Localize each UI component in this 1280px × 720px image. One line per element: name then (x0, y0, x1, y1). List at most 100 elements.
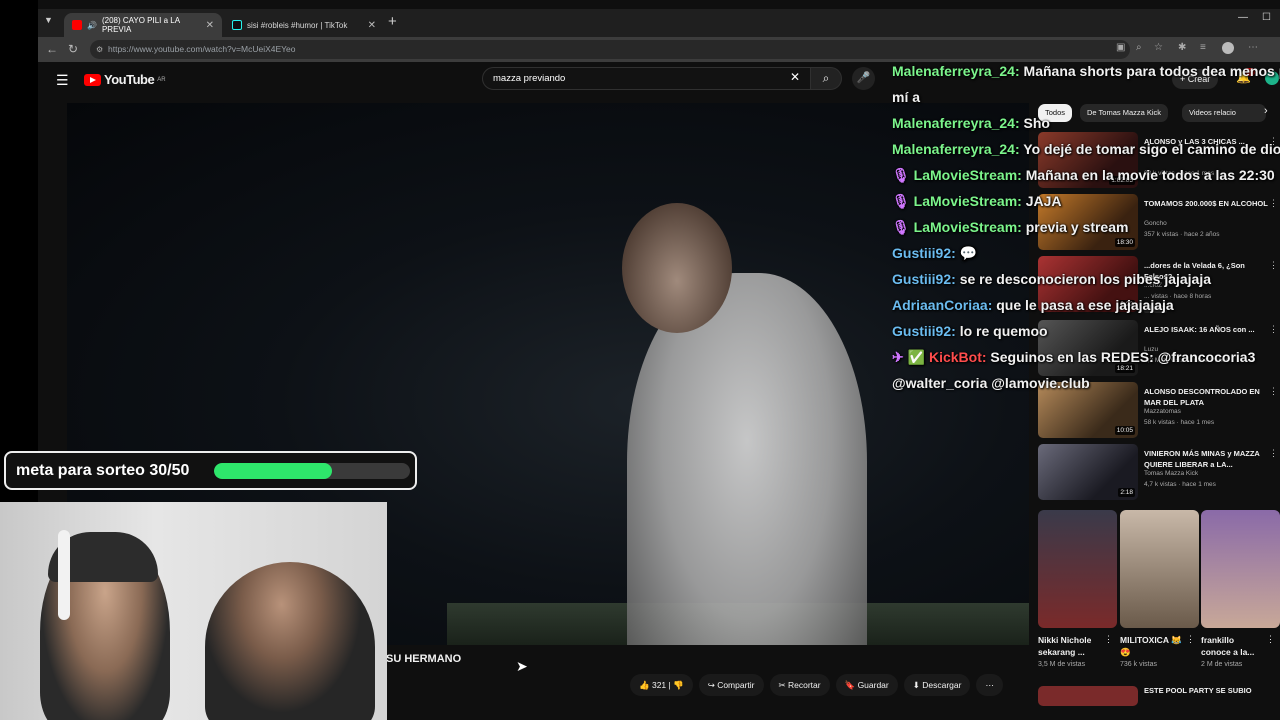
site-info-icon[interactable]: ⚙ (96, 40, 103, 59)
thumbs-up-icon: 👍 (639, 680, 650, 690)
chat-text: Seguinos en las REDES: @francocoria3 (990, 349, 1256, 365)
rec-title: VINIERON MÁS MINAS y MAZZA QUIERE LIBERA… (1144, 449, 1260, 469)
download-button[interactable]: ⬇ Descargar (903, 674, 971, 696)
short-views: 3,5 M de vistas (1038, 661, 1086, 668)
like-count: 321 (651, 680, 667, 690)
clear-search-icon[interactable]: ✕ (790, 70, 800, 84)
chat-username: AdriaanCoriaa: (892, 297, 993, 313)
video-thumbnail[interactable] (1038, 686, 1138, 706)
chat-text: 💬 (959, 245, 978, 261)
streamer-right (205, 562, 375, 720)
chat-username: Malenaferreyra_24: (892, 63, 1020, 79)
reading-list-icon[interactable]: ≡ (1200, 42, 1206, 53)
search-input[interactable]: mazza previando (482, 67, 812, 90)
tab-tiktok[interactable]: sisi #robleis #humor | TikTok ✕ (224, 13, 384, 37)
mic-icon: 🎤 (856, 72, 871, 84)
duration-badge: 10:05 (1114, 426, 1135, 435)
hamburger-menu-icon[interactable]: ☰ (56, 72, 69, 89)
chat-username: KickBot: (928, 349, 987, 365)
install-icon[interactable]: ▣ (1116, 42, 1125, 53)
logo-text: YouTube (104, 72, 155, 87)
chat-text: se re desconocieron los pibes jajajaja (959, 271, 1212, 287)
short-views: 2 M de vistas (1201, 661, 1243, 668)
goal-label: meta para sorteo 30/50 (16, 462, 190, 479)
search-icon: ⌕ (822, 71, 830, 85)
video-thumbnail: 2:18 (1038, 444, 1138, 500)
zoom-icon[interactable]: ⌕ (1136, 42, 1142, 53)
short-title: frankillo conoce a la... (1201, 635, 1255, 657)
tab-search-icon[interactable]: ▼ (44, 15, 53, 25)
giveaway-goal-widget: meta para sorteo 30/50 (4, 451, 417, 490)
tab-label: sisi #robleis #humor | TikTok (247, 20, 348, 30)
chat-message: AdriaanCoriaa: que le pasa a ese jajajaj… (892, 292, 1280, 318)
more-actions-button[interactable]: ⋯ (976, 674, 1003, 696)
chat-message: 🎙 LaMovieStream: previa y stream (892, 214, 1280, 240)
more-options-icon[interactable]: ⋮ (1266, 634, 1275, 645)
chat-username: Gustiii92: (892, 271, 956, 287)
chat-message: 🎙 LaMovieStream: Mañana en la movie todo… (892, 162, 1280, 188)
close-tab-icon[interactable]: ✕ (368, 20, 376, 31)
chat-username: Malenaferreyra_24: (892, 115, 1020, 131)
chat-text: Mañana en la movie todos a las 22:30 (1025, 167, 1275, 183)
chat-text: @walter_coria @lamovie.club (892, 375, 1090, 391)
save-label: Guardar (857, 680, 889, 690)
url-field[interactable]: ⚙ https://www.youtube.com/watch?v=McUeiX… (90, 40, 1130, 59)
maximize-icon[interactable]: ☐ (1262, 12, 1271, 23)
save-button[interactable]: 🔖 Guardar (835, 674, 898, 696)
chat-username: LaMovieStream: (913, 167, 1022, 183)
rec-meta: 4,7 k vistas · hace 1 mes (1144, 481, 1216, 488)
download-label: Descargar (922, 680, 962, 690)
chat-badge-icon: ✈ ✅ (892, 349, 926, 365)
voice-search-button[interactable]: 🎤 (852, 67, 875, 90)
back-icon[interactable]: ← (46, 42, 58, 56)
short-thumbnail[interactable] (1038, 510, 1117, 628)
chat-message: Gustiii92: 💬 (892, 240, 1280, 266)
goal-progress-fill (214, 463, 332, 479)
search-value: mazza previando (493, 73, 566, 84)
short-title: MILITOXICA 😹😍 (1120, 635, 1182, 657)
reload-icon[interactable]: ↻ (68, 42, 78, 56)
chat-username: Malenaferreyra_24: (892, 141, 1020, 157)
headset (58, 530, 70, 620)
chat-message: Gustiii92: lo re quemoo (892, 318, 1280, 344)
region-code: AR (157, 76, 166, 83)
duration-badge: 2:18 (1118, 488, 1135, 497)
more-options-icon[interactable]: ⋮ (1186, 634, 1195, 645)
download-icon: ⬇ (912, 680, 920, 690)
url-text: https://www.youtube.com/watch?v=McUeiX4E… (108, 44, 296, 54)
browser-menu-icon[interactable]: ⋯ (1248, 42, 1258, 53)
video-title: SU HERMANO (386, 653, 462, 665)
short-thumbnail[interactable] (1120, 510, 1199, 628)
more-horizontal-icon: ⋯ (985, 680, 994, 690)
scissors-icon: ✂ (778, 680, 786, 690)
profile-avatar[interactable] (1222, 42, 1234, 54)
extensions-icon[interactable]: ✱ (1178, 42, 1186, 53)
chat-text: Sho (1023, 115, 1050, 131)
chat-message: 🎙 LaMovieStream: JAJA (892, 188, 1280, 214)
tab-youtube[interactable]: 🔊 (208) CAYO PILI a LA PREVIA ✕ (64, 13, 222, 37)
chat-text: lo re quemoo (959, 323, 1048, 339)
share-button[interactable]: ↪ Compartir (698, 674, 764, 696)
chat-message: Gustiii92: se re desconocieron los pibes… (892, 266, 1280, 292)
bookmark-star-icon[interactable]: ☆ (1154, 42, 1163, 53)
video-scene-head (622, 203, 732, 333)
minimize-icon[interactable]: — (1238, 12, 1248, 23)
short-thumbnail[interactable] (1201, 510, 1280, 628)
youtube-logo[interactable]: YouTube AR (84, 72, 166, 87)
more-options-icon[interactable]: ⋮ (1104, 634, 1113, 645)
search-button[interactable]: ⌕ (810, 67, 842, 90)
clip-button[interactable]: ✂ Recortar (769, 674, 830, 696)
chat-message: ✈ ✅ KickBot: Seguinos en las REDES: @fra… (892, 344, 1280, 370)
close-tab-icon[interactable]: ✕ (206, 20, 214, 31)
tab-label: (208) CAYO PILI a LA PREVIA (101, 16, 180, 34)
speaker-icon: 🔊 (87, 20, 97, 30)
more-options-icon[interactable]: ⋮ (1269, 448, 1278, 459)
chat-text: que le pasa a ese jajajajaja (996, 297, 1174, 313)
like-button[interactable]: 👍 321 | 👎 (630, 674, 693, 696)
recommendation-item[interactable]: 2:18 VINIERON MÁS MINAS y MAZZA QUIERE L… (1038, 444, 1280, 502)
clip-label: Recortar (788, 680, 821, 690)
new-tab-icon[interactable]: + (388, 13, 397, 30)
bookmark-icon: 🔖 (844, 680, 856, 690)
mouse-cursor-icon: ➤ (516, 658, 528, 674)
chat-message: Malenaferreyra_24: Yo dejé de tomar sigo… (892, 136, 1280, 162)
